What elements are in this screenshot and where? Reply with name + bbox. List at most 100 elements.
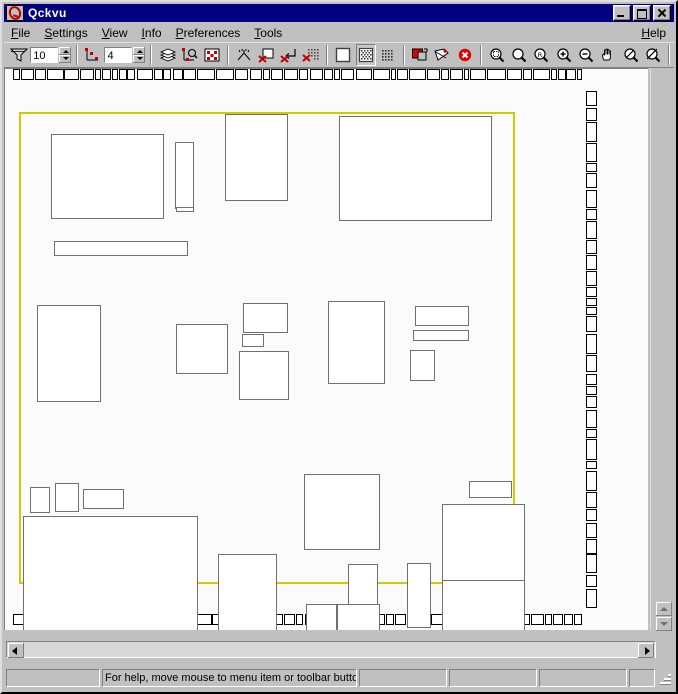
delete-fill-icon[interactable] — [301, 44, 322, 66]
pan-hand-icon[interactable] — [598, 44, 619, 66]
zoom-select-icon[interactable] — [620, 44, 641, 66]
layout-block — [37, 305, 101, 402]
zoom-window-icon[interactable] — [486, 44, 508, 66]
bond-pad — [397, 69, 408, 80]
menu-preferences[interactable]: Preferences — [169, 25, 248, 41]
zoom-full-icon[interactable] — [509, 44, 530, 66]
toolbar-separator — [76, 45, 79, 65]
spin-up-icon[interactable] — [59, 47, 72, 55]
bond-pad — [80, 69, 94, 80]
toolbar-separator — [326, 45, 329, 65]
zoom-previous-icon[interactable]: R — [531, 44, 552, 66]
bond-pad — [586, 143, 597, 162]
layer-depth-icon[interactable] — [83, 44, 104, 66]
spin-down-icon[interactable] — [133, 55, 146, 63]
menu-tools[interactable]: Tools — [247, 25, 289, 41]
delete-box-icon[interactable] — [256, 44, 277, 66]
resize-grip-icon[interactable] — [658, 671, 672, 685]
level-spin-buttons — [133, 47, 146, 63]
bond-pad — [395, 614, 406, 625]
bond-pad — [586, 509, 597, 521]
layout-block — [306, 604, 337, 630]
filter-spinner[interactable]: 10 — [30, 47, 72, 63]
bond-pad — [586, 492, 597, 508]
scroll-down-arrow[interactable] — [656, 617, 672, 631]
app-icon[interactable] — [6, 4, 24, 22]
bond-pad — [95, 69, 101, 80]
outline-mode-icon[interactable] — [333, 44, 354, 66]
zoom-out-icon[interactable] — [575, 44, 597, 66]
close-button[interactable] — [653, 5, 671, 21]
layer-select-icon[interactable] — [201, 44, 223, 66]
layout-block — [83, 489, 124, 509]
level-spinner[interactable]: 4 — [104, 47, 146, 63]
scroll-up-arrow[interactable] — [656, 602, 672, 616]
filter-input[interactable]: 10 — [30, 47, 59, 63]
toolbar-separator — [668, 45, 670, 65]
bond-pad — [586, 471, 597, 491]
window-title: Qckvu — [28, 6, 67, 20]
menu-bar: File Settings View Info Preferences Tool… — [4, 23, 674, 43]
layout-block — [218, 554, 277, 630]
bond-pad — [586, 374, 597, 385]
scroll-right-arrow[interactable] — [638, 643, 654, 658]
bond-pad — [137, 69, 153, 80]
draw-nets-icon[interactable] — [234, 44, 255, 66]
bond-pad — [310, 69, 323, 80]
menu-help[interactable]: Help — [634, 25, 674, 41]
spin-up-icon[interactable] — [133, 47, 146, 55]
layout-block — [442, 580, 525, 630]
measure-icon[interactable] — [432, 44, 453, 66]
menu-file[interactable]: File — [4, 25, 37, 41]
stop-icon[interactable] — [454, 44, 475, 66]
bond-pad — [284, 69, 298, 80]
dither-fill-mode-icon[interactable] — [355, 44, 376, 66]
zoom-unselect-icon[interactable] — [642, 44, 663, 66]
bond-pad — [296, 614, 303, 625]
bond-pad — [271, 69, 283, 80]
vertical-scroll-track[interactable] — [650, 68, 674, 630]
bond-pad — [391, 69, 396, 80]
bond-pad — [450, 69, 463, 80]
layers-icon[interactable] — [157, 44, 178, 66]
bond-pad — [356, 69, 372, 80]
delete-polyline-icon[interactable] — [278, 44, 300, 66]
bond-pad — [586, 523, 597, 538]
minimize-button[interactable] — [613, 5, 631, 21]
bond-pad — [21, 69, 34, 80]
bond-pad — [586, 307, 597, 315]
zoom-in-icon[interactable] — [553, 44, 574, 66]
bond-pad — [545, 614, 552, 625]
menu-info[interactable]: Info — [135, 25, 169, 41]
toolbar-separator — [150, 45, 153, 65]
bond-pad — [334, 69, 340, 80]
color-swap-icon[interactable] — [409, 44, 431, 66]
layout-block — [55, 483, 79, 512]
bond-pad — [250, 69, 262, 80]
bond-pad — [586, 429, 597, 438]
horizontal-scrollbar[interactable] — [6, 641, 656, 658]
layout-block — [337, 604, 380, 630]
scroll-left-arrow[interactable] — [8, 643, 24, 658]
window-controls — [611, 5, 674, 21]
layout-block — [54, 241, 188, 256]
client-area — [4, 68, 674, 630]
layout-block — [407, 563, 431, 628]
bond-pad — [173, 69, 183, 80]
bond-pad — [507, 69, 522, 80]
maximize-button[interactable] — [633, 5, 651, 21]
filter-funnel-icon[interactable] — [9, 44, 30, 66]
bond-pad — [64, 69, 79, 80]
layer-query-icon[interactable] — [179, 44, 200, 66]
chip-layout-view[interactable] — [4, 68, 648, 630]
bond-pad — [163, 69, 171, 80]
spin-down-icon[interactable] — [59, 55, 72, 63]
application-window: Qckvu File Settings View Info Preference… — [0, 0, 678, 694]
level-input[interactable]: 4 — [104, 47, 133, 63]
dot-fill-mode-icon[interactable] — [377, 44, 399, 66]
bond-pad — [373, 69, 390, 80]
bond-pad — [263, 69, 270, 80]
menu-view[interactable]: View — [95, 25, 135, 41]
bond-pad — [197, 69, 215, 80]
menu-settings[interactable]: Settings — [37, 25, 94, 41]
